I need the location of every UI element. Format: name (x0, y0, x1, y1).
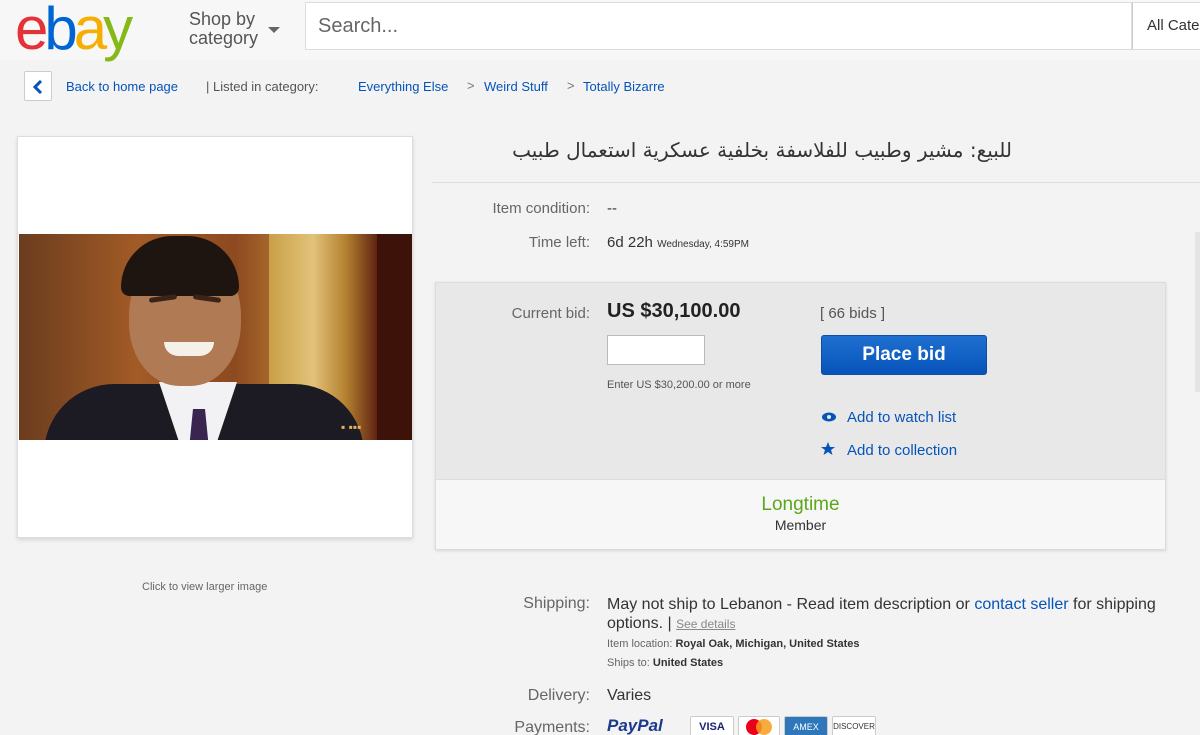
time-left-value: 6d 22h Wednesday, 4:59PM (607, 234, 749, 251)
seller-badge: Longtime Member (436, 479, 1165, 549)
add-to-watch-list-link[interactable]: Add to watch list (821, 409, 956, 427)
bid-panel: Current bid: US $30,100.00 Enter US $30,… (435, 282, 1166, 550)
scrollbar[interactable] (1195, 232, 1200, 392)
star-icon (821, 442, 837, 460)
divider (432, 182, 1200, 183)
time-left-label: Time left: (528, 234, 590, 251)
item-image-card[interactable]: ▪ ▪▪▪ (17, 136, 413, 538)
longtime-label: Longtime (761, 494, 840, 515)
condition-label: Item condition: (492, 200, 590, 217)
add-to-collection-link[interactable]: Add to collection (821, 442, 957, 460)
breadcrumb-everything-else[interactable]: Everything Else (358, 79, 448, 94)
site-header: ebay Shop by category All Categories (0, 0, 1200, 62)
visa-logo: VISA (690, 716, 734, 735)
payments-label: Payments: (514, 719, 590, 735)
item-location: Item location: Royal Oak, Michigan, Unit… (607, 638, 860, 650)
ships-to: Ships to: United States (607, 657, 724, 669)
delivery-label: Delivery: (527, 687, 590, 704)
chevron-down-icon[interactable] (268, 27, 280, 33)
search-input[interactable] (305, 2, 1132, 50)
time-left-detail: Wednesday, 4:59PM (657, 239, 749, 250)
breadcrumb-weird-stuff[interactable]: Weird Stuff (484, 79, 548, 94)
eye-icon (821, 410, 837, 427)
delivery-value: Varies (607, 687, 652, 704)
breadcrumb-totally-bizarre[interactable]: Totally Bizarre (583, 79, 665, 94)
mastercard-logo (738, 716, 780, 735)
shipping-text: May not ship to Lebanon - Read item desc… (607, 596, 1156, 632)
contact-seller-link[interactable]: contact seller (974, 596, 1068, 613)
current-bid-label: Current bid: (511, 305, 590, 322)
channel-watermark: ▪ ▪▪▪ (341, 420, 362, 434)
breadcrumb-separator: > (567, 78, 575, 93)
place-bid-button[interactable]: Place bid (821, 335, 987, 375)
shop-by-label: Shop by (189, 9, 256, 29)
ebay-logo[interactable]: ebay (15, 0, 133, 64)
listed-in-label: | Listed in category: (206, 79, 319, 94)
current-bid-value: US $30,100.00 (607, 300, 741, 322)
category-label: category (189, 28, 259, 48)
see-details-link[interactable]: See details (676, 617, 735, 631)
breadcrumb-separator: > (467, 78, 475, 93)
discover-logo: DISCOVER (832, 716, 876, 735)
bid-hint: Enter US $30,200.00 or more (607, 379, 751, 391)
click-larger-image-label: Click to view larger image (142, 581, 268, 593)
shop-by-category-button[interactable]: Shop by category (189, 10, 258, 48)
back-to-home-link[interactable]: Back to home page (66, 79, 178, 94)
bid-amount-input[interactable] (607, 335, 705, 365)
bid-count-link[interactable]: [ 66 bids ] (820, 305, 885, 322)
condition-value: -- (607, 200, 617, 217)
category-select[interactable]: All Categories (1132, 2, 1200, 50)
chevron-left-icon (33, 80, 43, 94)
member-label: Member (774, 517, 827, 533)
amex-logo: AMEX (784, 716, 828, 735)
paypal-logo: PayPal (607, 716, 663, 735)
shipping-label: Shipping: (523, 595, 590, 612)
back-button[interactable] (24, 71, 52, 101)
item-title: للبيع: مشير وطبيب للفلاسفة بخلفية عسكرية… (512, 138, 1012, 162)
item-photo[interactable]: ▪ ▪▪▪ (19, 234, 412, 440)
